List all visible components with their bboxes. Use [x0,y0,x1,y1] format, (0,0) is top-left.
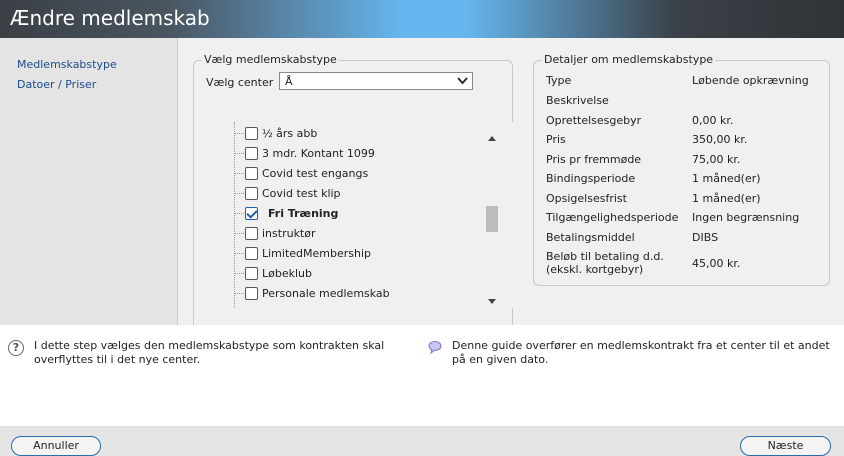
tree-item[interactable]: Personale medlemskab [214,284,484,304]
center-select[interactable]: Å [279,72,473,90]
tree-item[interactable]: Covid test engangs [214,164,484,184]
sidebar-item-medlemskabstype[interactable]: Medlemskabstype [17,58,117,71]
membership-checkbox[interactable] [245,267,258,280]
main-panel: Vælg medlemskabstype Vælg center Å ½ års… [177,38,844,330]
detail-row-payment-method: Betalingsmiddel DIBS [546,231,826,251]
detail-key: Betalingsmiddel [546,231,635,244]
cancel-button[interactable]: Annuller [11,436,101,456]
tree-connector [234,293,244,294]
membership-label: LimitedMembership [262,247,372,260]
membership-checkbox[interactable] [245,207,258,220]
tree-item[interactable]: Løbeklub [214,264,484,284]
detail-value: 1 måned(er) [692,172,761,185]
membership-checkbox[interactable] [245,187,258,200]
tree-item[interactable]: instruktør [214,224,484,244]
tree-item[interactable]: Fri Træning [214,204,484,224]
tree-connector [234,213,244,214]
membership-checkbox[interactable] [245,247,258,260]
membership-label: 3 mdr. Kontant 1099 [262,147,375,160]
tree-connector [234,133,244,134]
membership-tree: ½ års abb 3 mdr. Kontant 1099 Covid test e… [214,122,514,308]
scroll-down-icon[interactable] [488,299,496,304]
tree-connector [234,233,244,234]
footer: Annuller Næste [0,426,844,456]
membership-label: Personale medlemskab [262,287,390,300]
detail-row-description: Beskrivelse [546,94,826,114]
tree-item[interactable]: Covid test klip [214,184,484,204]
detail-key: Bindingsperiode [546,172,636,185]
detail-row-fee: Oprettelsesgebyr 0,00 kr. [546,114,826,134]
detail-value: 1 måned(er) [692,192,761,205]
tree-connector [234,173,244,174]
membership-checkbox[interactable] [245,227,258,240]
sidebar: Medlemskabstype Datoer / Priser [0,38,177,325]
detail-row-price-per-visit: Pris pr fremmøde 75,00 kr. [546,153,826,173]
speech-bubble-icon [428,341,442,354]
membership-label: Covid test engangs [262,167,369,180]
center-select-value: Å [285,75,293,88]
detail-row-notice: Opsigelsesfrist 1 måned(er) [546,192,826,212]
detail-value: Løbende opkrævning [692,74,809,87]
detail-row-binding: Bindingsperiode 1 måned(er) [546,172,826,192]
scroll-up-icon[interactable] [488,136,496,141]
chevron-down-icon [457,77,468,85]
tree-connector [234,153,244,154]
membership-label: Løbeklub [262,267,312,280]
scroll-thumb[interactable] [486,206,498,232]
title-bar: Ændre medlemskab [0,0,844,38]
detail-row-type: Type Løbende opkrævning [546,74,826,94]
details-legend: Detaljer om medlemskabstype [542,53,716,66]
detail-key: Pris [546,133,566,146]
membership-checkbox[interactable] [245,167,258,180]
sidebar-item-datoer-priser[interactable]: Datoer / Priser [17,78,96,91]
tree-scrollbar[interactable] [485,132,499,308]
membership-label: ½ års abb [262,127,318,140]
detail-key: Beskrivelse [546,94,609,107]
help-bar: ? I dette step vælges den medlemskabstyp… [0,325,844,426]
guide-help-text: Denne guide overfører en medlemskontrakt… [452,339,830,366]
membership-checkbox[interactable] [245,127,258,140]
question-circle-icon: ? [8,340,24,356]
next-button[interactable]: Næste [740,436,831,456]
tree-connector [234,253,244,254]
membership-type-legend: Vælg medlemskabstype [202,53,339,66]
membership-label: Fri Træning [268,207,339,220]
tree-connector [234,273,244,274]
membership-checkbox[interactable] [245,287,258,300]
detail-key: Opsigelsesfrist [546,192,627,205]
window-title: Ændre medlemskab [10,6,210,30]
detail-value: DIBS [692,231,719,244]
detail-value: 0,00 kr. [692,114,734,127]
detail-key: Pris pr fremmøde [546,153,642,166]
membership-label: Covid test klip [262,187,341,200]
detail-key: Oprettelsesgebyr [546,114,642,127]
detail-value: 350,00 kr. [692,133,748,146]
detail-row-availability: Tilgængelighedsperiode Ingen begrænsning [546,211,826,231]
detail-value: 45,00 kr. [692,257,741,270]
tree-item[interactable]: ½ års abb [214,124,484,144]
detail-key: Tilgængelighedsperiode [546,211,679,224]
tree-item[interactable]: 3 mdr. Kontant 1099 [214,144,484,164]
detail-row-price: Pris 350,00 kr. [546,133,826,153]
detail-key: Type [546,74,572,87]
membership-checkbox[interactable] [245,147,258,160]
tree-item[interactable]: LimitedMembership [214,244,484,264]
membership-label: instruktør [262,227,316,240]
tree-connector [234,193,244,194]
step-help-text: I dette step vælges den medlemskabstype … [34,339,385,366]
detail-value: 75,00 kr. [692,153,741,166]
detail-row-amount-due: Beløb til betaling d.d. (ekskl. kortgeby… [546,250,826,278]
center-label: Vælg center [206,76,274,89]
detail-value: Ingen begrænsning [692,211,800,224]
detail-key: Beløb til betaling d.d. (ekskl. kortgeby… [546,250,664,276]
details-group: Detaljer om medlemskabstype Type Løbende … [533,53,830,286]
